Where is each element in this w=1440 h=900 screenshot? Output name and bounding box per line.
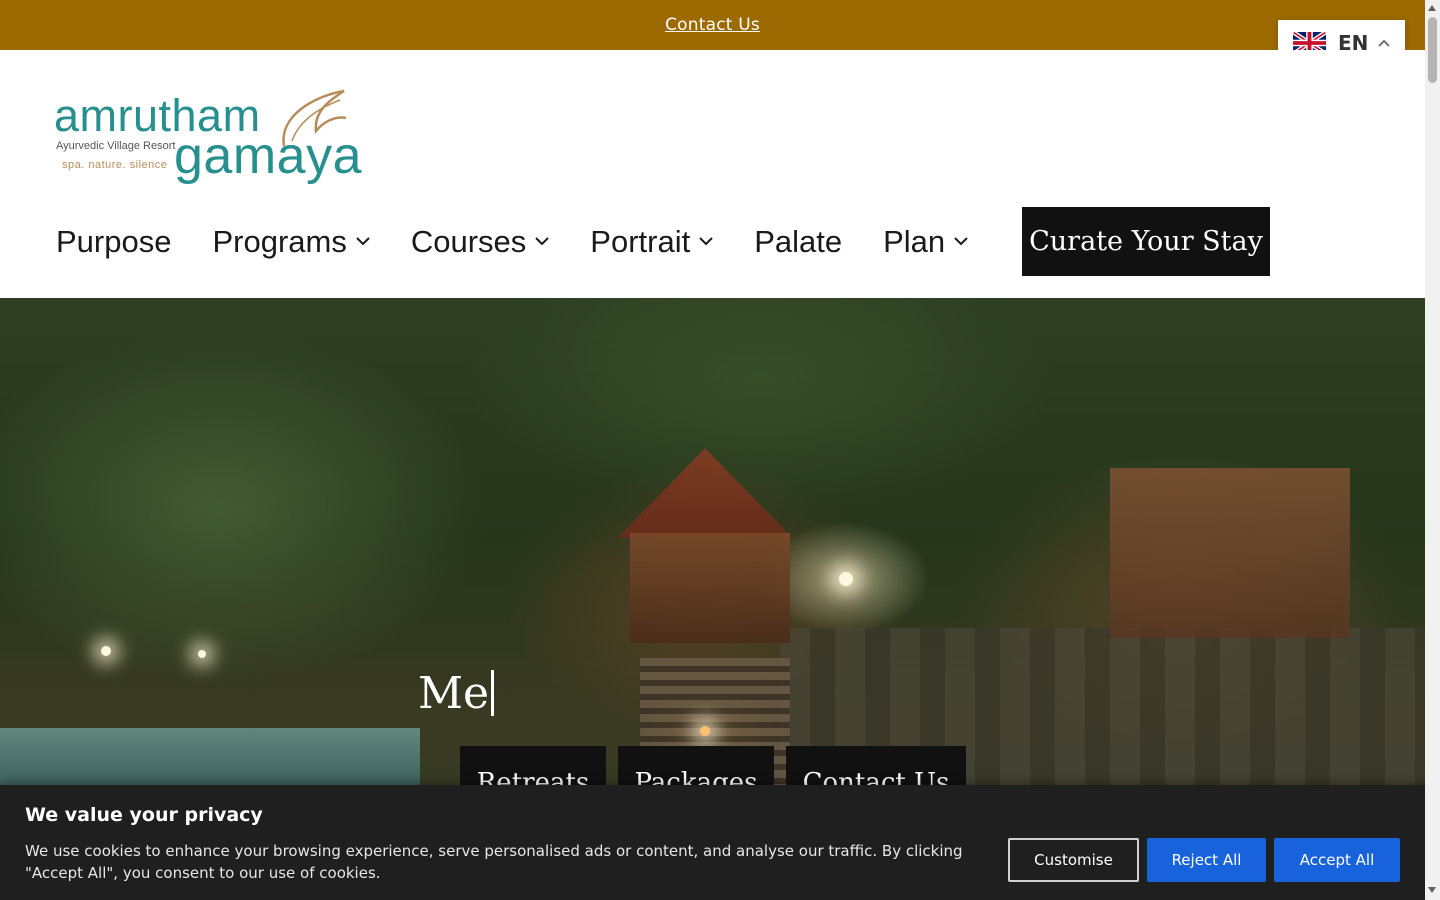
cookie-description: We use cookies to enhance your browsing …	[25, 842, 963, 882]
site-header: amrutham Ayurvedic Village Resort gamaya…	[0, 50, 1425, 298]
nav-item-palate[interactable]: Palate	[754, 224, 842, 260]
hero-lamp	[700, 726, 710, 736]
logo-tagline-spa: spa. nature. silence	[62, 159, 168, 171]
accept-all-button[interactable]: Accept All	[1274, 838, 1400, 882]
nav-item-programs[interactable]: Programs	[212, 223, 370, 260]
chevron-up-icon	[1378, 39, 1391, 47]
scroll-up-icon[interactable]	[1428, 5, 1436, 11]
main-nav: Purpose Programs Courses Portrait Palate…	[56, 207, 1009, 276]
chevron-down-icon	[356, 237, 370, 246]
reject-all-button[interactable]: Reject All	[1147, 838, 1266, 882]
scroll-down-icon[interactable]	[1428, 887, 1436, 893]
cookie-consent-banner: We value your privacy We use cookies to …	[0, 785, 1425, 900]
curate-your-stay-button[interactable]: Curate Your Stay	[1022, 207, 1270, 276]
hero-typed-heading: Me	[418, 668, 495, 719]
hero-building-center	[630, 533, 790, 643]
nav-item-label: Programs	[212, 223, 347, 259]
hero-typed-text: Me	[418, 668, 490, 719]
logo-word-gamaya: gamaya	[174, 127, 362, 185]
chevron-down-icon	[954, 237, 968, 246]
nav-item-label: Portrait	[590, 223, 691, 259]
page-scrollbar[interactable]	[1425, 0, 1440, 900]
hero-lamp	[198, 650, 206, 658]
chevron-down-icon	[535, 237, 549, 246]
hero-lamp	[839, 572, 853, 586]
nav-item-courses[interactable]: Courses	[411, 224, 549, 260]
cookie-title: We value your privacy	[25, 804, 263, 826]
hero-lamp	[101, 646, 111, 656]
top-announcement-bar: Contact Us	[0, 0, 1425, 50]
logo-tagline-resort: Ayurvedic Village Resort	[56, 140, 176, 152]
nav-item-label: Courses	[410, 223, 527, 259]
nav-item-purpose[interactable]: Purpose	[56, 224, 171, 260]
typing-cursor	[491, 670, 495, 716]
nav-item-plan[interactable]: Plan	[883, 224, 968, 260]
nav-item-label: Purpose	[56, 223, 172, 259]
nav-item-label: Palate	[754, 223, 843, 259]
top-contact-link[interactable]: Contact Us	[665, 15, 760, 35]
nav-item-label: Plan	[883, 223, 946, 259]
hero-roof	[617, 448, 793, 538]
nav-item-portrait[interactable]: Portrait	[590, 224, 713, 260]
scrollbar-thumb[interactable]	[1428, 17, 1437, 83]
customise-button[interactable]: Customise	[1008, 838, 1139, 882]
hero-building-right	[1110, 468, 1350, 638]
chevron-down-icon	[699, 237, 713, 246]
site-logo[interactable]: amrutham Ayurvedic Village Resort gamaya…	[54, 86, 362, 190]
